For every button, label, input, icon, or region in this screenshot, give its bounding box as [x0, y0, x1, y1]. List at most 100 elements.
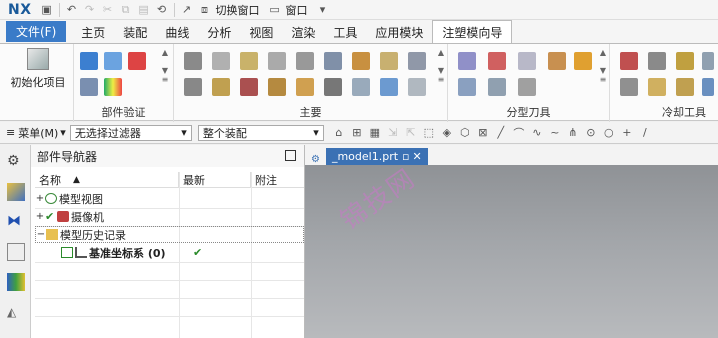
column-header-latest[interactable]: 最新: [179, 172, 251, 187]
snap-grid-icon[interactable]: ⊠: [476, 126, 490, 140]
ejector-pin-post-processing-icon[interactable]: [380, 52, 398, 70]
cooling-fitting-icon[interactable]: [676, 78, 694, 96]
standard-part-library-icon[interactable]: [324, 52, 342, 70]
lasso-select-icon[interactable]: ⬚: [422, 126, 436, 140]
repeat-command-icon[interactable]: ⟲: [154, 2, 170, 18]
tree-row-model-views[interactable]: + 模型视图: [35, 190, 304, 207]
mold-base-library-icon[interactable]: [296, 52, 314, 70]
document-tab-model1[interactable]: _model1.prt ▫ ✕: [325, 148, 428, 165]
snap-curve-icon[interactable]: ⌒: [512, 126, 526, 140]
mold-drawing-icon[interactable]: [380, 78, 398, 96]
copy-icon[interactable]: ⧉: [118, 2, 134, 18]
tab-tools[interactable]: 工具: [324, 22, 366, 43]
tab-render[interactable]: 渲染: [282, 22, 324, 43]
filter-options-icon[interactable]: ⌂: [332, 126, 346, 140]
tab-curve[interactable]: 曲线: [156, 22, 198, 43]
tab-home[interactable]: 主页: [72, 22, 114, 43]
deselect-icon[interactable]: ⇲: [386, 126, 400, 140]
backup-parting-patch-icon[interactable]: [518, 78, 536, 96]
design-fill-icon[interactable]: [212, 78, 230, 96]
chevron-down-icon[interactable]: ▾: [315, 2, 331, 18]
window-icon[interactable]: ▭: [267, 2, 283, 18]
reuse-library-icon[interactable]: [7, 273, 25, 291]
column-header-name[interactable]: 名称 ▲: [35, 172, 179, 187]
tab-view[interactable]: 视图: [240, 22, 282, 43]
show-hidden-icon[interactable]: ⇱: [404, 126, 418, 140]
sub-insert-library-icon[interactable]: [184, 78, 202, 96]
window-dropdown[interactable]: 窗口: [286, 2, 308, 18]
trim-mold-components-icon[interactable]: [296, 78, 314, 96]
casting-process-assistant-icon[interactable]: [408, 78, 426, 96]
redo-icon[interactable]: ↷: [82, 2, 98, 18]
expand-icon[interactable]: +: [35, 211, 45, 222]
cooling-standard-part-icon[interactable]: [702, 52, 714, 70]
close-icon[interactable]: ✕: [413, 150, 422, 163]
3d-canvas[interactable]: 锦技网: [305, 163, 718, 338]
snap-feature-icon[interactable]: ⬡: [458, 126, 472, 140]
group-scroll-arrows[interactable]: ▲ ▼ ≡: [160, 48, 170, 100]
workpiece-icon[interactable]: [240, 52, 258, 70]
hd3d-tools-icon[interactable]: ◭: [7, 305, 25, 323]
snap-body-icon[interactable]: ◈: [440, 126, 454, 140]
selection-scope-dropdown[interactable]: 整个装配 ▾: [197, 124, 324, 141]
snap-spline-icon[interactable]: ~: [548, 126, 562, 140]
cavity-layout-icon[interactable]: [268, 52, 286, 70]
check-wall-thickness-icon[interactable]: [80, 78, 98, 96]
select-all-icon[interactable]: ⊞: [350, 126, 364, 140]
cooling-channel-icon[interactable]: [648, 52, 666, 70]
pocket-icon[interactable]: [324, 78, 342, 96]
tab-mold-wizard[interactable]: 注塑模向导: [432, 20, 513, 43]
undo-icon[interactable]: ↶: [64, 2, 80, 18]
cooling-settings-icon[interactable]: [702, 78, 714, 96]
column-header-note[interactable]: 附注: [251, 172, 301, 187]
tab-applications[interactable]: 应用模块: [366, 22, 432, 43]
curved-surface-patch-icon[interactable]: [488, 52, 506, 70]
checkbox-icon[interactable]: [61, 247, 73, 258]
exchange-model-icon[interactable]: [458, 78, 476, 96]
tree-row-model-history[interactable]: − 模型历史记录: [35, 226, 304, 243]
general-selection-icon[interactable]: ▦: [368, 126, 382, 140]
slider-lifter-library-icon[interactable]: [408, 52, 426, 70]
cut-icon[interactable]: ✂: [100, 2, 116, 18]
define-cavity-core-icon[interactable]: [574, 52, 592, 70]
part-navigator-icon[interactable]: [7, 243, 25, 261]
shrinkage-icon[interactable]: [212, 52, 230, 70]
tab-assembly[interactable]: 装配: [114, 22, 156, 43]
design-parting-surface-icon[interactable]: [548, 52, 566, 70]
gear-icon[interactable]: ⚙: [311, 154, 320, 165]
surface-check-icon[interactable]: [104, 52, 122, 70]
switch-window-button[interactable]: 切换窗口: [216, 2, 260, 18]
define-region-icon[interactable]: [518, 52, 536, 70]
ejector-pin-icon[interactable]: [352, 52, 370, 70]
group-scroll-arrows[interactable]: ▲ ▼ ≡: [436, 48, 446, 100]
snap-endpoint-icon[interactable]: /: [638, 126, 652, 140]
snap-center-icon[interactable]: ⊙: [584, 126, 598, 140]
menu-button[interactable]: ≡ 菜单(M) ▾: [0, 125, 70, 141]
extend-channel-icon[interactable]: [620, 78, 638, 96]
tree-row-datum-csys[interactable]: 基准坐标系 (0) ✔: [35, 244, 304, 261]
group-scroll-arrows[interactable]: ▲ ▼ ≡: [598, 48, 608, 100]
baffle-icon[interactable]: [648, 78, 666, 96]
check-regions-parting-icon[interactable]: [458, 52, 476, 70]
cooling-pattern-icon[interactable]: [620, 52, 638, 70]
snap-point-icon[interactable]: +: [620, 126, 634, 140]
snap-intersection-icon[interactable]: ⋔: [566, 126, 580, 140]
collapse-icon[interactable]: −: [36, 229, 46, 240]
electrode-icon[interactable]: [268, 78, 286, 96]
tree-row-cameras[interactable]: + ✔ 摄像机: [35, 208, 304, 225]
initialize-project-button[interactable]: 初始化项目: [8, 48, 68, 90]
touch-mode-icon[interactable]: ↗: [179, 2, 195, 18]
snap-arc-icon[interactable]: ∿: [530, 126, 544, 140]
expand-icon[interactable]: +: [35, 193, 45, 204]
switch-window-icon[interactable]: ⧈: [197, 2, 213, 18]
gear-icon[interactable]: ⚙: [7, 153, 25, 171]
snap-circle-icon[interactable]: ○: [602, 126, 616, 140]
bill-of-materials-icon[interactable]: [352, 78, 370, 96]
mold-design-validation-icon[interactable]: [128, 52, 146, 70]
tab-analysis[interactable]: 分析: [198, 22, 240, 43]
constraint-navigator-icon[interactable]: ⧓: [7, 213, 25, 231]
snap-line-icon[interactable]: ╱: [494, 126, 508, 140]
assembly-navigator-icon[interactable]: [7, 183, 25, 201]
part-validation-tool-icon[interactable]: [80, 52, 98, 70]
parting-navigator-icon[interactable]: [488, 78, 506, 96]
